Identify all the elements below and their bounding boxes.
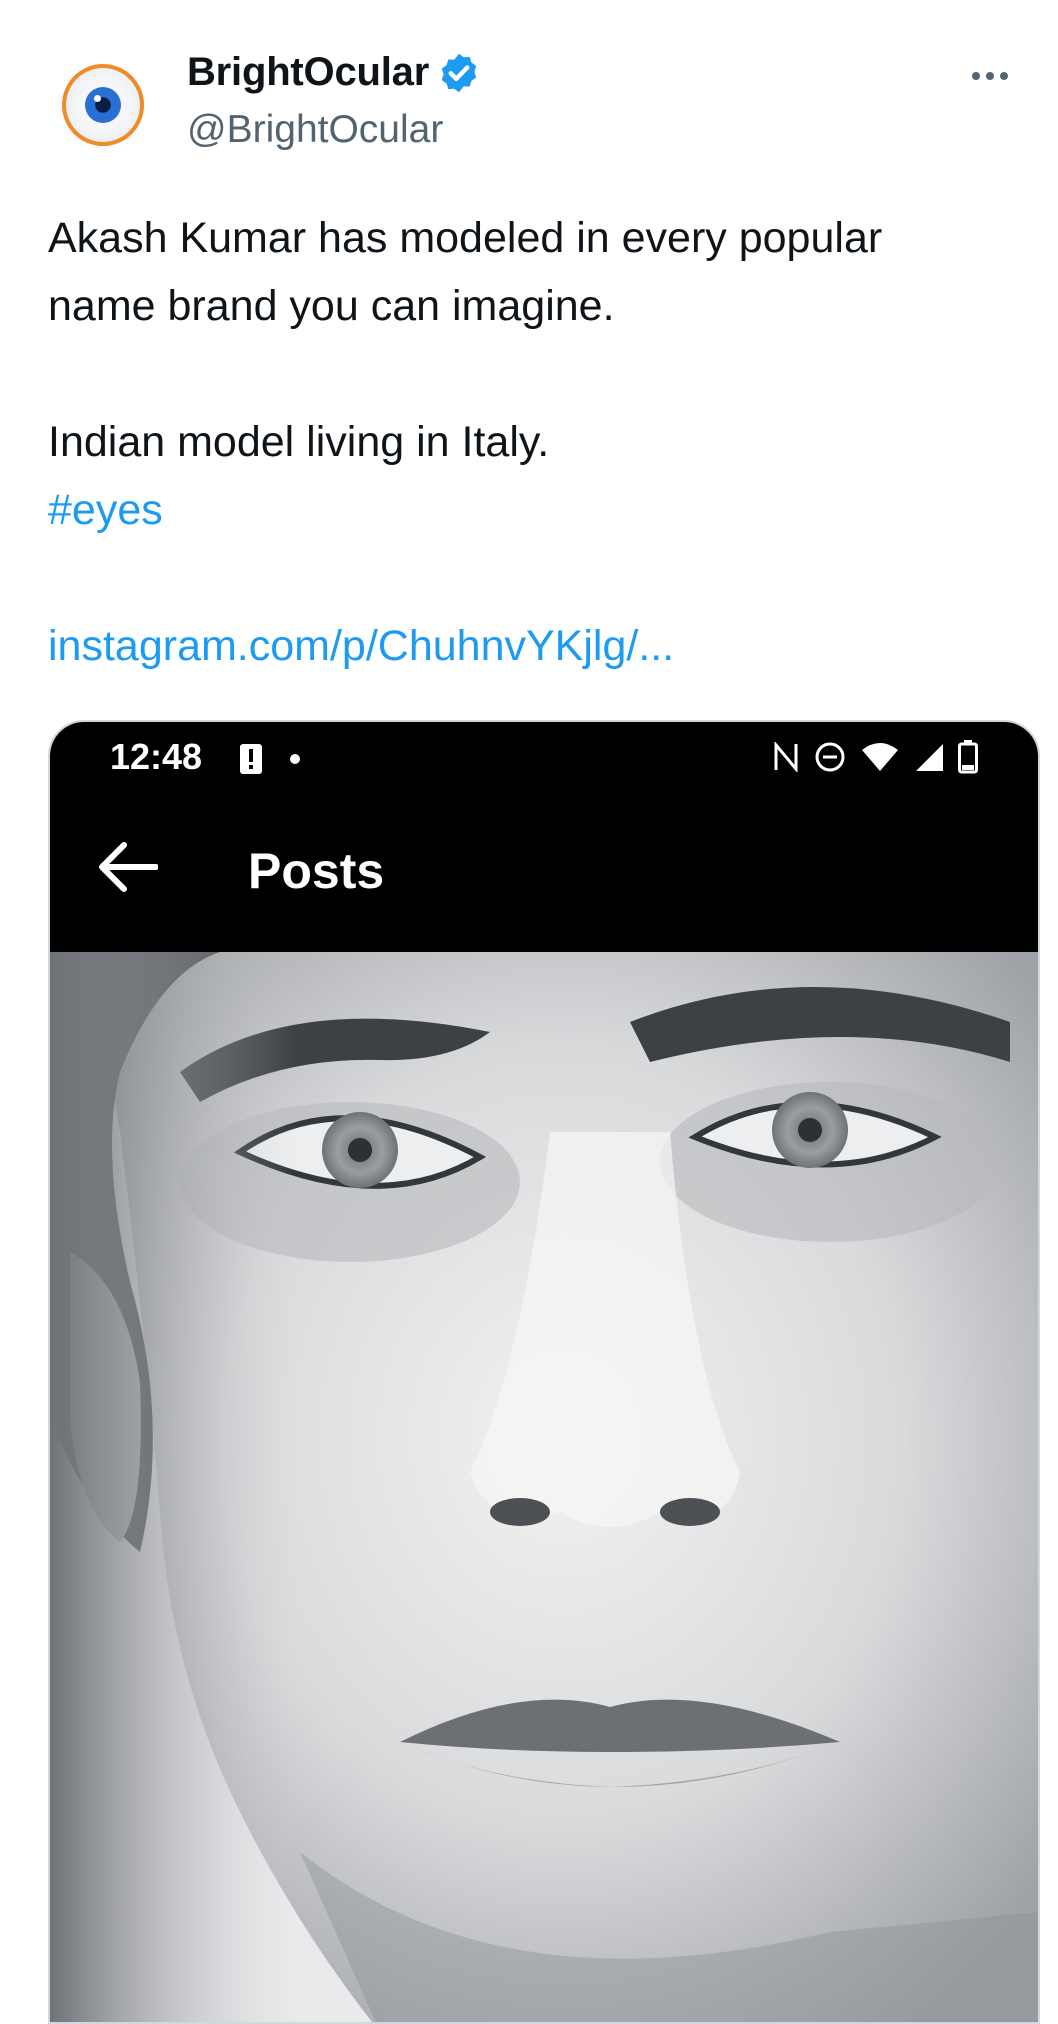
battery-icon (958, 740, 978, 774)
tweet-text-line: Akash Kumar has modeled in every popular (48, 214, 883, 262)
tweet-text: Akash Kumar has modeled in every popular… (48, 204, 1028, 680)
tweet-media[interactable]: 12:48 Posts (48, 720, 1040, 2024)
verified-badge-icon (441, 53, 477, 92)
back-arrow-icon[interactable] (94, 837, 158, 897)
phone-status-bar: 12:48 (50, 722, 1038, 792)
signal-icon (916, 744, 943, 771)
author-handle[interactable]: @BrightOcular (187, 108, 443, 152)
hashtag-link[interactable]: #eyes (48, 476, 1028, 544)
wifi-icon (862, 743, 898, 771)
page-title: Posts (248, 843, 385, 899)
do-not-disturb-icon (815, 742, 845, 772)
author-display-name[interactable]: BrightOcular (187, 50, 429, 95)
notification-dot-icon (290, 754, 300, 764)
tweet-text-line: Indian model living in Italy. (48, 418, 550, 466)
alert-icon (240, 744, 262, 774)
tweet-text-line: name brand you can imagine. (48, 282, 615, 330)
model-portrait-photo (50, 952, 1038, 2022)
nfc-icon (774, 742, 798, 772)
app-bar: Posts (50, 792, 1038, 952)
more-options-icon[interactable] (972, 72, 1008, 80)
eye-avatar-icon (85, 87, 121, 123)
status-time: 12:48 (110, 736, 203, 777)
author-name-row: BrightOcular (187, 50, 481, 95)
instagram-link[interactable]: instagram.com/p/ChuhnvYKjlg/... (48, 612, 1028, 680)
avatar[interactable] (62, 64, 144, 146)
